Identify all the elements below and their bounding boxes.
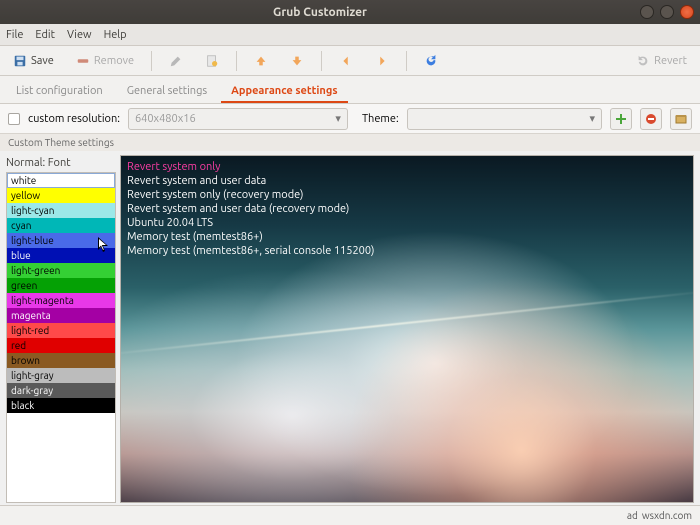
color-swatch-magenta[interactable]: magenta xyxy=(7,308,115,323)
color-swatch-light-cyan[interactable]: light-cyan xyxy=(7,203,115,218)
window-title: Grub Customizer xyxy=(6,6,634,19)
plus-icon xyxy=(615,113,627,125)
color-swatch-blue[interactable]: blue xyxy=(7,248,115,263)
boot-entry-selected: Revert system only xyxy=(127,160,375,174)
workarea: Normal: Font whiteyellowlight-cyancyanli… xyxy=(0,151,700,505)
chevron-left-icon xyxy=(339,54,353,68)
boot-entry: Memory test (memtest86+, serial console … xyxy=(127,244,375,258)
boot-entry: Memory test (memtest86+) xyxy=(127,230,375,244)
arrow-up-icon xyxy=(254,54,268,68)
separator xyxy=(236,51,237,71)
boot-entry: Revert system and user data xyxy=(127,174,375,188)
separator xyxy=(321,51,322,71)
boot-menu-preview: Revert system onlyRevert system and user… xyxy=(127,160,375,258)
color-swatch-yellow[interactable]: yellow xyxy=(7,188,115,203)
color-swatch-black[interactable]: black xyxy=(7,398,115,413)
revert-icon xyxy=(636,54,650,68)
separator xyxy=(406,51,407,71)
separator xyxy=(151,51,152,71)
revert-label: Revert xyxy=(654,55,687,67)
advanced-label: ad xyxy=(627,510,638,521)
close-button[interactable] xyxy=(680,5,694,19)
chevron-right-icon xyxy=(375,54,389,68)
boot-entry: Revert system and user data (recovery mo… xyxy=(127,202,375,216)
color-swatch-red[interactable]: red xyxy=(7,338,115,353)
menu-edit[interactable]: Edit xyxy=(35,29,55,41)
move-up-button xyxy=(247,51,275,71)
next-button xyxy=(368,51,396,71)
edit-entry-button xyxy=(162,51,190,71)
save-label: Save xyxy=(31,55,54,67)
tabs: List configuration General settings Appe… xyxy=(0,76,700,104)
toolbar: Save Remove Revert xyxy=(0,46,700,76)
color-swatch-list[interactable]: whiteyellowlight-cyancyanlight-bluebluel… xyxy=(6,172,116,503)
reload-button[interactable] xyxy=(417,51,445,71)
watermark: wsxdn.com xyxy=(642,510,692,521)
remove-label: Remove xyxy=(94,55,134,67)
resolution-value: 640x480x16 xyxy=(135,113,196,125)
refresh-icon xyxy=(424,54,438,68)
theme-add-button[interactable] xyxy=(610,108,632,130)
color-swatch-light-gray[interactable]: light-gray xyxy=(7,368,115,383)
new-entry-button xyxy=(198,51,226,71)
remove-icon xyxy=(645,113,657,125)
move-down-button xyxy=(283,51,311,71)
boot-entry: Ubuntu 20.04 LTS xyxy=(127,216,375,230)
maximize-button[interactable] xyxy=(660,5,674,19)
custom-resolution-label: custom resolution: xyxy=(28,113,120,125)
theme-label: Theme: xyxy=(362,113,399,125)
theme-folder-button[interactable] xyxy=(670,108,692,130)
minus-icon xyxy=(76,54,90,68)
custom-resolution-checkbox[interactable] xyxy=(8,113,20,125)
color-swatch-green[interactable]: green xyxy=(7,278,115,293)
minimize-button[interactable] xyxy=(640,5,654,19)
remove-button: Remove xyxy=(69,51,141,71)
normal-font-label: Normal: Font xyxy=(6,155,116,172)
color-panel: Normal: Font whiteyellowlight-cyancyanli… xyxy=(6,155,116,503)
menu-view[interactable]: View xyxy=(67,29,92,41)
color-swatch-light-blue[interactable]: light-blue xyxy=(7,233,115,248)
preview-pane: Revert system onlyRevert system and user… xyxy=(120,155,694,503)
revert-button: Revert xyxy=(629,51,694,71)
save-button[interactable]: Save xyxy=(6,51,61,71)
color-swatch-dark-gray[interactable]: dark-gray xyxy=(7,383,115,398)
save-icon xyxy=(13,54,27,68)
resolution-combo[interactable]: 640x480x16 ▾ xyxy=(128,108,348,130)
statusbar: ad wsxdn.com xyxy=(0,505,700,525)
color-swatch-light-magenta[interactable]: light-magenta xyxy=(7,293,115,308)
tab-appearance-settings[interactable]: Appearance settings xyxy=(221,80,347,103)
menu-help[interactable]: Help xyxy=(104,29,127,41)
theme-remove-button[interactable] xyxy=(640,108,662,130)
color-swatch-light-green[interactable]: light-green xyxy=(7,263,115,278)
arrow-down-icon xyxy=(290,54,304,68)
titlebar: Grub Customizer xyxy=(0,0,700,24)
color-swatch-white[interactable]: white xyxy=(7,173,115,188)
chevron-down-icon: ▾ xyxy=(589,112,595,125)
theme-combo[interactable]: ▾ xyxy=(407,108,602,130)
tab-list-configuration[interactable]: List configuration xyxy=(6,80,113,103)
boot-entry: Revert system only (recovery mode) xyxy=(127,188,375,202)
color-swatch-cyan[interactable]: cyan xyxy=(7,218,115,233)
settings-row: custom resolution: 640x480x16 ▾ Theme: ▾ xyxy=(0,104,700,134)
section-custom-theme: Custom Theme settings xyxy=(0,134,700,151)
archive-icon xyxy=(675,113,687,125)
color-swatch-brown[interactable]: brown xyxy=(7,353,115,368)
menu-file[interactable]: File xyxy=(6,29,23,41)
new-doc-icon xyxy=(205,54,219,68)
color-swatch-light-red[interactable]: light-red xyxy=(7,323,115,338)
chevron-down-icon: ▾ xyxy=(335,112,341,125)
tab-general-settings[interactable]: General settings xyxy=(117,80,217,103)
menubar: File Edit View Help xyxy=(0,24,700,46)
prev-button xyxy=(332,51,360,71)
pencil-icon xyxy=(169,54,183,68)
